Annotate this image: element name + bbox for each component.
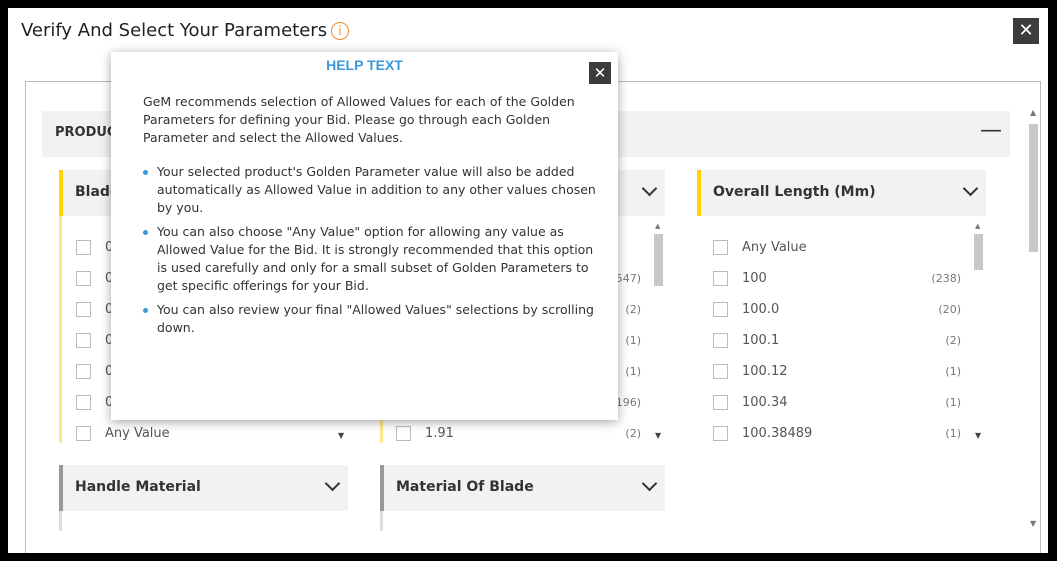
option-value: 100.0 [742, 302, 780, 317]
handle-material-filter-header[interactable]: Handle Material [59, 465, 348, 511]
option-checkbox[interactable] [713, 271, 728, 286]
modal-title-text: Verify And Select Your Parameters [21, 20, 328, 41]
option-count: (238) [931, 272, 961, 285]
option-checkbox[interactable] [396, 426, 411, 441]
help-intro-text: GeM recommends selection of Allowed Valu… [143, 94, 575, 145]
parameter-filter-scrollbar[interactable]: ▲ ▼ [653, 222, 664, 440]
option-checkbox[interactable] [76, 395, 91, 410]
option-checkbox[interactable] [713, 395, 728, 410]
bullet-icon [143, 170, 148, 175]
option-value: Any Value [105, 426, 170, 441]
help-title: HELP TEXT [326, 57, 403, 73]
option-value: 100.12 [742, 364, 788, 379]
modal-title: Verify And Select Your Parameters i [21, 20, 350, 41]
info-icon[interactable]: i [331, 22, 350, 40]
filter-option[interactable]: 1.91 (2) [396, 426, 641, 444]
filter-option[interactable]: 100.12 (1) [713, 364, 961, 382]
overall-length-filter-header[interactable]: Overall Length (Mm) [697, 170, 986, 216]
option-checkbox[interactable] [76, 302, 91, 317]
option-checkbox[interactable] [713, 333, 728, 348]
help-bullet-text: You can also review your final "Allowed … [157, 302, 594, 335]
option-checkbox[interactable] [76, 271, 91, 286]
help-bullet-list: Your selected product's Golden Parameter… [141, 163, 601, 343]
option-count: (1) [625, 334, 641, 347]
filter-option[interactable]: 100.38489 (1) [713, 426, 961, 444]
panel-scroll-thumb[interactable] [1029, 124, 1038, 252]
scroll-down-icon[interactable]: ▼ [1030, 519, 1036, 528]
scroll-down-icon[interactable]: ▼ [655, 431, 661, 440]
scroll-up-icon[interactable]: ▲ [1030, 108, 1036, 117]
material-of-blade-filter-header[interactable]: Material Of Blade [380, 465, 665, 511]
filter-option[interactable]: 100.1 (2) [713, 333, 961, 351]
chevron-down-icon[interactable] [641, 180, 658, 197]
filter-option[interactable]: 100 (238) [713, 271, 961, 289]
option-checkbox[interactable] [713, 426, 728, 441]
option-count: (1) [945, 396, 961, 409]
option-count: (2) [625, 303, 641, 316]
bullet-icon [143, 230, 148, 235]
help-bullet: Your selected product's Golden Parameter… [141, 163, 601, 217]
help-bullet-text: Your selected product's Golden Parameter… [157, 164, 596, 215]
material-of-blade-filter-title: Material Of Blade [396, 479, 534, 495]
help-bullet-text: You can also choose "Any Value" option f… [157, 224, 594, 293]
option-checkbox[interactable] [713, 364, 728, 379]
filter-accent-bar [380, 511, 383, 531]
option-checkbox[interactable] [713, 302, 728, 317]
chevron-down-icon[interactable] [641, 475, 658, 492]
option-count: (20) [938, 303, 961, 316]
scroll-down-icon[interactable]: ▼ [975, 431, 981, 440]
option-checkbox[interactable] [76, 333, 91, 348]
option-count: (1) [945, 365, 961, 378]
overall-length-filter-scrollbar[interactable]: ▲ ▼ [973, 222, 984, 440]
option-checkbox[interactable] [76, 240, 91, 255]
option-value: 1.91 [425, 426, 454, 441]
help-bullet: You can also review your final "Allowed … [141, 301, 601, 337]
chevron-down-icon[interactable] [324, 475, 341, 492]
overall-length-filter-title: Overall Length (Mm) [713, 184, 876, 200]
option-count: (2) [625, 427, 641, 440]
overall-length-scroll-thumb[interactable] [974, 234, 983, 270]
scroll-down-icon[interactable]: ▼ [338, 431, 344, 440]
bullet-icon [143, 308, 148, 313]
handle-material-filter-title: Handle Material [75, 479, 201, 495]
help-close-button[interactable]: ✕ [589, 62, 611, 84]
panel-scrollbar[interactable]: ▲ ▼ [1027, 108, 1041, 528]
option-value: 100.1 [742, 333, 780, 348]
help-text-popover: HELP TEXT ✕ GeM recommends selection of … [111, 52, 618, 420]
option-count: (1) [945, 427, 961, 440]
filter-option[interactable]: 100.34 (1) [713, 395, 961, 413]
filter-option[interactable]: Any Value [76, 426, 326, 444]
filter-accent-bar [59, 216, 62, 443]
option-checkbox[interactable] [76, 426, 91, 441]
modal-close-button[interactable]: ✕ [1013, 18, 1039, 44]
scroll-up-icon[interactable]: ▲ [655, 222, 660, 230]
filter-option[interactable]: Any Value [713, 240, 961, 258]
collapse-icon[interactable]: — [980, 118, 1002, 143]
option-checkbox[interactable] [76, 364, 91, 379]
filter-option[interactable]: 100.0 (20) [713, 302, 961, 320]
option-checkbox[interactable] [713, 240, 728, 255]
option-value: 100 [742, 271, 767, 286]
option-count: 196) [615, 396, 641, 409]
parameter-filter-scroll-thumb[interactable] [654, 234, 663, 286]
help-bullet: You can also choose "Any Value" option f… [141, 223, 601, 295]
option-value: Any Value [742, 240, 807, 255]
option-value: 100.38489 [742, 426, 813, 441]
option-count: (1) [625, 365, 641, 378]
filter-accent-bar [59, 511, 62, 531]
option-value: 100.34 [742, 395, 788, 410]
option-count: 547) [615, 272, 641, 285]
scroll-up-icon[interactable]: ▲ [975, 222, 980, 230]
chevron-down-icon[interactable] [962, 180, 979, 197]
option-count: (2) [945, 334, 961, 347]
